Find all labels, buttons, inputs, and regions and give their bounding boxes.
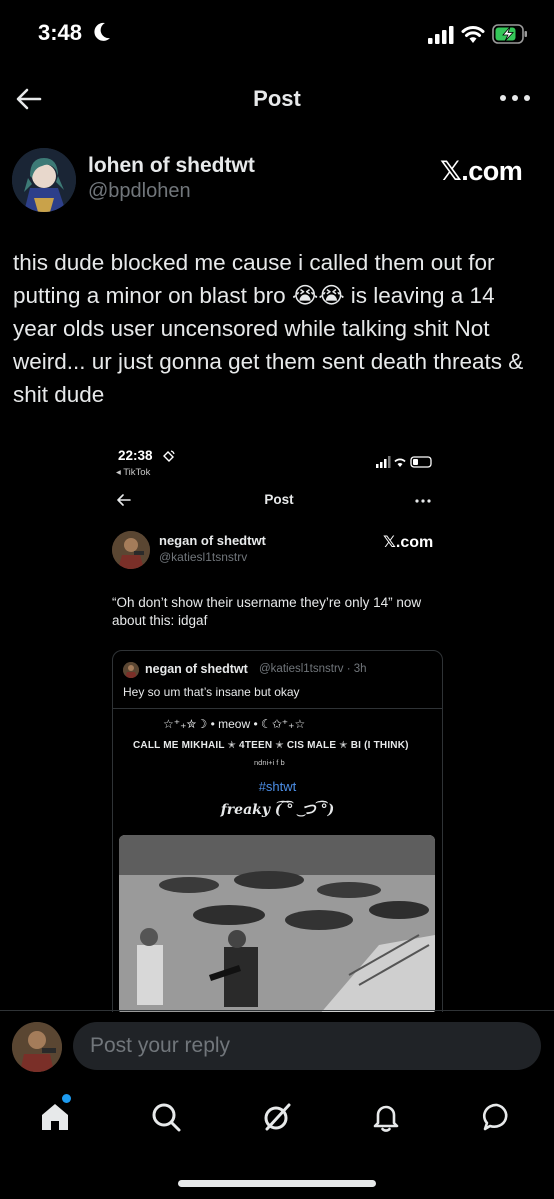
embedded-page-title: Post [264,492,294,507]
embedded-more-icon [415,499,431,503]
quote-author-meta: @katiesl1tsnstrv · 3h [259,663,367,675]
nav-messages[interactable] [477,1097,517,1137]
embedded-author-handle: @katiesl1tsnstrv [159,550,248,564]
author-avatar[interactable] [12,148,76,212]
embedded-status-time: 22:38 [118,448,153,463]
messages-icon [482,1103,508,1131]
home-indicator [178,1180,376,1187]
bell-icon [373,1105,399,1132]
moon-icon [94,22,110,41]
embedded-back-to-app: ◂ TikTok [116,467,151,478]
grok-icon [264,1103,291,1131]
nav-home[interactable] [35,1097,75,1137]
embedded-source-label: 𝕏.com [383,534,434,551]
page-title: Post [253,86,301,111]
satellite-icon [163,450,175,462]
divider [113,708,442,709]
quote-author-avatar [123,662,139,678]
bio-line-3: ndni+i f b [254,758,285,767]
bio-line-2: CALL ME MIKHAIL ✭ 4TEEN ✭ CIS MALE ✭ BI … [133,740,409,751]
more-options-icon[interactable] [498,92,532,104]
notification-dot [62,1094,71,1103]
embedded-quote-post: negan of shedtwt @katiesl1tsnstrv · 3h H… [112,650,443,1012]
embedded-author-avatar [112,531,150,569]
header: Post [0,70,554,128]
nav-grok[interactable] [257,1097,297,1137]
quote-author-name: negan of shedtwt [145,662,248,676]
reply-input[interactable] [73,1022,541,1070]
battery-charging-icon [492,24,527,44]
quote-photo [119,835,435,1012]
post-text: this dude blocked me cause i called them… [13,250,524,407]
author-name[interactable]: lohen of shedtwt [88,154,255,178]
bio-line-1: ☆⁺₊✮☽ • meow • ☾✩⁺₊☆ [163,717,306,731]
quote-text: Hey so um that’s insane but okay [123,685,300,699]
nav-search[interactable] [146,1097,186,1137]
status-bar: 3:48 [0,0,554,70]
cellular-signal-icon [428,26,454,44]
wifi-icon [461,26,485,43]
bio-freaky-line: freaky (͡ ͡° ͜ つ ͡͡°) [220,802,335,818]
embedded-status-icons [376,456,432,468]
embedded-author-name: negan of shedtwt [159,533,266,548]
hashtag: #shtwt [258,779,297,794]
status-time: 3:48 [38,20,83,45]
nav-notifications[interactable] [366,1097,406,1137]
divider [0,1010,554,1011]
home-icon [42,1104,68,1130]
attached-screenshot-image[interactable]: 22:38 ◂ TikTok Post negan of shedtwt @ka… [96,430,462,1012]
source-label: 𝕏.com [440,156,523,186]
user-avatar[interactable] [12,1022,62,1072]
author-handle[interactable]: @bpdlohen [88,180,191,203]
search-icon [152,1103,181,1132]
embedded-post-text: “Oh don’t show their username they’re on… [112,595,422,628]
